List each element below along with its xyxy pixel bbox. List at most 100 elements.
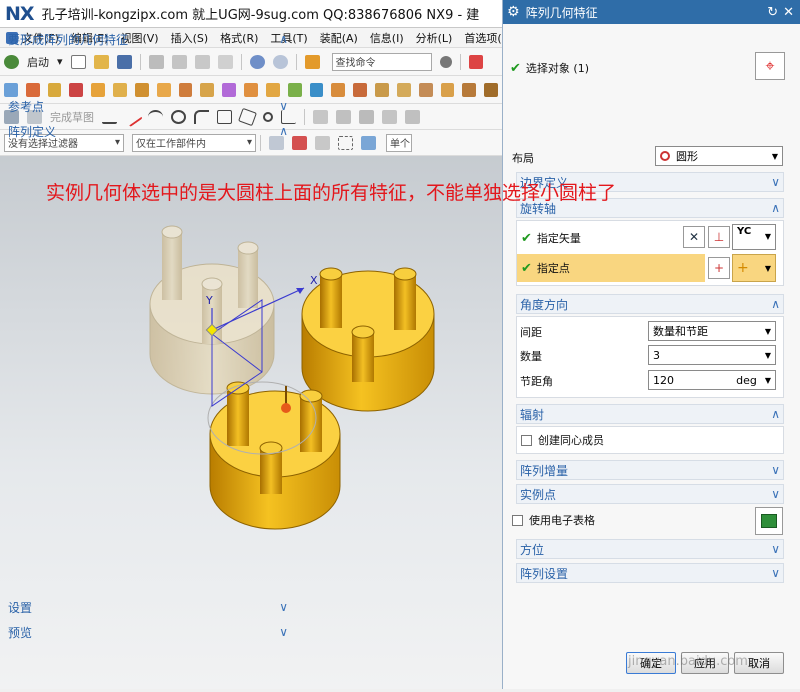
reset-icon[interactable]: ↻ [767,5,778,20]
vector-dialog-icon[interactable]: ⊥ [708,226,730,248]
subtract-icon[interactable] [353,82,368,97]
menu-assembly[interactable]: 装配(A) [320,30,358,46]
instance-pin [320,274,342,328]
delete-icon[interactable] [217,54,233,69]
new-file-icon[interactable] [70,54,86,69]
spreadsheet-grid-icon [761,514,777,528]
corner-icon[interactable] [359,109,374,124]
section-radiate[interactable]: 辐射 ∧ [516,404,784,424]
solid-select-icon[interactable] [361,135,376,150]
checkbox[interactable] [521,434,532,446]
chevron-down-icon: ∨ [771,542,780,556]
section-instance-points[interactable]: 实例点 ∨ [516,484,784,504]
section-reference-point[interactable]: 参考点 ∨ [8,97,292,115]
box-select-icon[interactable] [338,135,353,150]
menu-analysis[interactable]: 分析(L) [416,30,453,46]
ghost-pin-top [201,277,223,291]
constraint-icon[interactable] [382,109,397,124]
use-spreadsheet-checkbox[interactable]: 使用电子表格 [512,510,595,530]
redo-icon[interactable] [272,54,288,69]
section-angle-direction[interactable]: 角度方向 ∧ [516,294,784,314]
spacing-dropdown[interactable]: 数量和节距 ▼ [648,321,776,341]
save-icon[interactable] [116,54,132,69]
start-icon[interactable] [4,54,19,69]
window-titlebar: NX 孔子培训-kongzipx.com 就上UG网-9sug.com QQ:8… [0,0,502,28]
hole-icon[interactable] [69,82,84,97]
revolve-icon[interactable] [47,82,62,97]
section-pattern-increment[interactable]: 阵列增量 ∨ [516,460,784,480]
array-instance-right[interactable] [301,267,435,412]
pattern-icon[interactable] [287,82,302,97]
point-type-dropdown[interactable]: + ▼ [732,254,776,282]
count-input[interactable]: 3 ▼ [648,345,776,365]
open-folder-icon[interactable] [93,54,109,69]
mirror-icon[interactable] [309,82,324,97]
sketch-icon[interactable] [4,82,18,97]
section-orientation[interactable]: 方位 ∨ [516,539,784,559]
chamfer-icon[interactable] [462,82,477,97]
point-dialog-icon[interactable]: + [708,257,730,279]
spacing-label: 间距 [520,326,542,339]
section-preview[interactable]: 预览 ∨ [8,623,292,641]
array-instance-front[interactable] [209,381,341,530]
dimension-icon[interactable] [405,109,420,124]
undo-icon[interactable] [249,54,265,69]
feature-select-icon[interactable] [315,135,330,150]
sphere-icon[interactable] [156,82,171,97]
paste-icon[interactable] [194,54,210,69]
reverse-direction-icon[interactable]: ✕ [683,226,705,248]
curve-rule-dropdown[interactable]: 单个 [386,133,412,152]
section-features-to-pattern[interactable]: 要形成阵列的几何特征 ∧ [8,30,292,48]
intersect-icon[interactable] [375,82,389,97]
concentric-members-checkbox[interactable]: 创建同心成员 [521,430,604,450]
edge-blend-icon[interactable] [440,82,455,97]
spreadsheet-icon[interactable] [755,507,783,535]
cut-icon[interactable] [148,54,164,69]
extend-icon[interactable] [336,109,351,124]
ok-button[interactable]: 确定 [626,652,676,674]
extrude-icon[interactable] [25,82,40,97]
search-icon[interactable] [439,55,452,68]
unite-icon[interactable] [331,82,346,97]
cone-icon[interactable] [134,82,149,97]
check-icon: ✔ [521,260,532,276]
pocket-icon[interactable] [200,82,215,97]
start-button[interactable]: 启动 [27,54,49,70]
pitch-angle-input[interactable]: 120 deg ▼ [648,370,776,390]
specify-vector-row[interactable]: ✔ 指定矢量 [521,228,581,248]
section-array-definition[interactable]: 阵列定义 ∧ [8,122,292,140]
boss-icon[interactable] [178,82,193,97]
chevron-down-icon: ∨ [279,99,288,113]
menu-preferences[interactable]: 首选项(P) [464,30,502,46]
groove-icon[interactable] [265,82,280,97]
separator [139,53,141,70]
split-body-icon[interactable] [418,82,433,97]
pitch-unit: deg [736,373,757,387]
slot-icon[interactable] [244,82,258,97]
specify-point-row[interactable]: ✔ 指定点 [517,254,705,282]
pad-icon[interactable] [222,82,237,97]
shell-icon[interactable] [484,82,499,97]
menu-info[interactable]: 信息(I) [370,30,404,46]
trim-body-icon[interactable] [396,82,411,97]
close-icon[interactable]: ✕ [783,5,794,20]
cylinder-icon[interactable] [113,82,127,97]
command-finder-icon[interactable] [304,54,320,69]
command-search-input[interactable]: 查找命令 [331,52,432,71]
block-icon[interactable] [91,82,106,97]
specify-point-handle[interactable] [281,403,291,413]
trim-icon[interactable] [313,109,328,124]
checkbox[interactable] [512,514,523,526]
layout-dropdown[interactable]: 圆形 ▼ [655,146,783,166]
vector-type-dropdown[interactable]: YC ▼ [732,224,776,250]
gear-icon[interactable]: ⚙ [507,4,520,20]
copy-icon[interactable] [171,54,187,69]
apply-button[interactable]: 应用 [681,652,729,674]
section-settings[interactable]: 设置 ∨ [8,598,292,616]
cancel-button[interactable]: 取消 [734,652,784,674]
window-layout-icon[interactable] [468,54,483,69]
snap-point-icon[interactable] [292,135,307,150]
section-pattern-settings[interactable]: 阵列设置 ∨ [516,563,784,583]
select-object-row[interactable]: ✔ 选择对象 (1) [510,58,589,78]
crosshair-select-icon[interactable]: ⌖ [755,52,785,80]
